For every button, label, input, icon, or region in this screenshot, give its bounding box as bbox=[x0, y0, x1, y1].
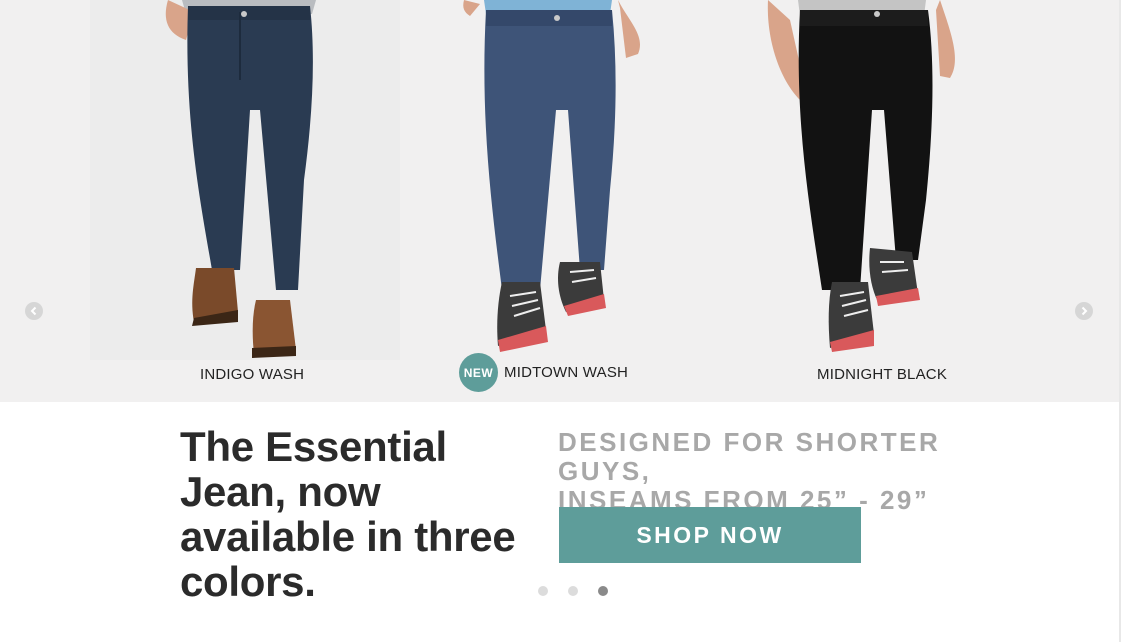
hero-subhead: DESIGNED FOR SHORTER GUYS, INSEAMS FROM … bbox=[558, 428, 978, 515]
pagination-dot-2[interactable] bbox=[568, 586, 578, 596]
subhead-line-1: DESIGNED FOR SHORTER GUYS, bbox=[558, 427, 941, 486]
product-photo-midtown-jean[interactable] bbox=[440, 0, 700, 360]
product-card-midnight[interactable]: MIDNIGHT BLACK bbox=[750, 0, 1010, 402]
new-badge: NEW bbox=[459, 353, 498, 392]
chevron-left-icon bbox=[30, 306, 37, 316]
carousel-pagination bbox=[538, 586, 608, 596]
carousel-next-button[interactable] bbox=[1075, 302, 1093, 320]
shop-now-button[interactable]: SHOP NOW bbox=[559, 507, 861, 563]
carousel-prev-button[interactable] bbox=[25, 302, 43, 320]
product-name[interactable]: INDIGO WASH bbox=[200, 366, 304, 383]
product-gallery: INDIGO WASH MIDTOWN WASH NEW MIDNIGHT BL… bbox=[0, 0, 1119, 402]
chevron-right-icon bbox=[1081, 306, 1088, 316]
product-photo-midnight-jean[interactable] bbox=[750, 0, 1010, 360]
product-photo-indigo-jean[interactable] bbox=[90, 0, 400, 360]
product-card-midtown[interactable]: MIDTOWN WASH bbox=[440, 0, 700, 402]
product-name[interactable]: MIDNIGHT BLACK bbox=[817, 366, 947, 383]
product-card-indigo[interactable]: INDIGO WASH bbox=[90, 0, 400, 402]
product-name[interactable]: MIDTOWN WASH bbox=[504, 364, 628, 381]
hero-headline: The Essential Jean, now available in thr… bbox=[180, 423, 516, 605]
pagination-dot-1[interactable] bbox=[538, 586, 548, 596]
pagination-dot-3[interactable] bbox=[598, 586, 608, 596]
